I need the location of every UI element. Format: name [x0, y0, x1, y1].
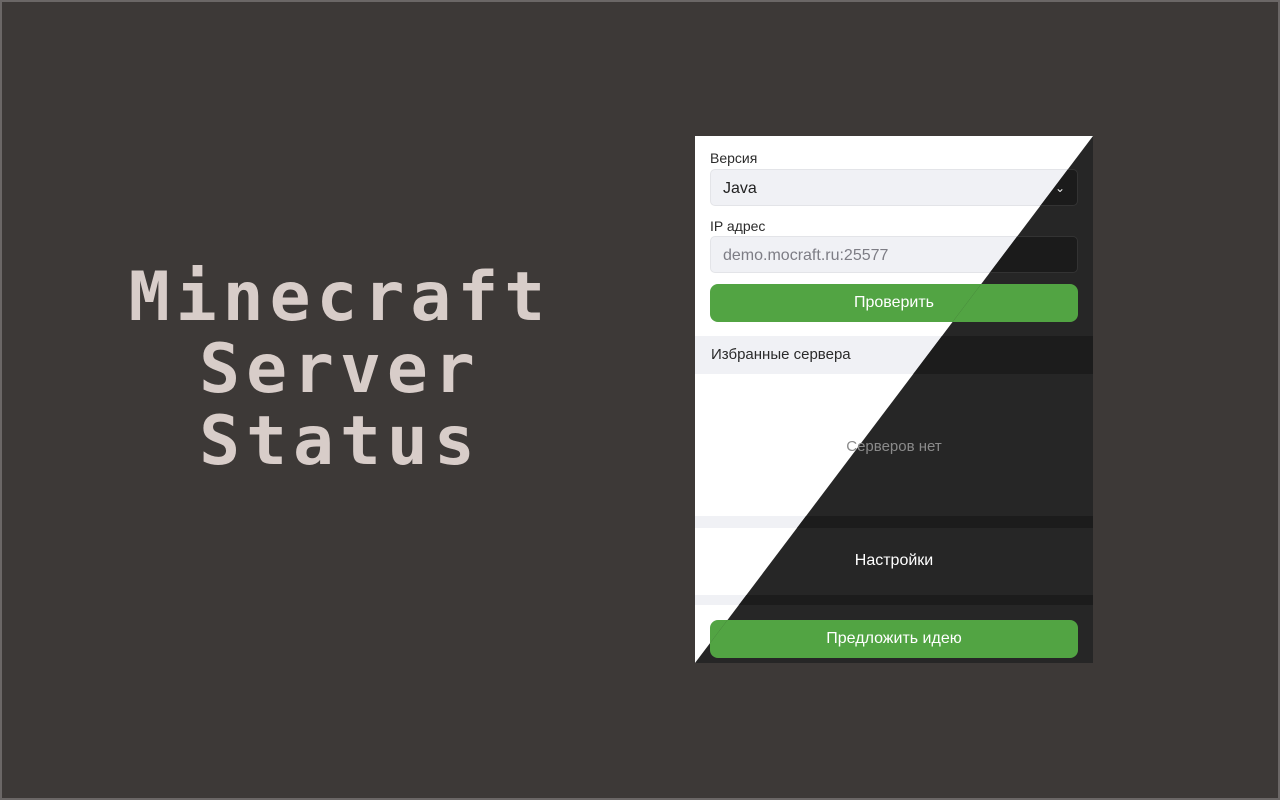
app-logo: Minecraft Server Status [120, 262, 560, 478]
suggest-idea-button[interactable]: Предложить идею [710, 620, 1078, 658]
logo-line-minecraft: Minecraft [128, 258, 552, 337]
favorites-title: Избранные сервера [711, 346, 851, 363]
ip-placeholder: demo.mocraft.ru:25577 [723, 247, 889, 264]
version-select[interactable]: Java ⌄ [710, 169, 1078, 206]
divider [695, 595, 1093, 605]
logo-line-server: Server [199, 330, 481, 409]
ip-label: IP адрес [710, 218, 766, 234]
logo-line-status: Status [199, 402, 481, 481]
version-value: Java [723, 180, 757, 197]
version-label: Версия [710, 150, 758, 166]
popup-preview: Версия Java ⌄ IP адрес demo.mocraft.ru:2… [695, 136, 1093, 663]
